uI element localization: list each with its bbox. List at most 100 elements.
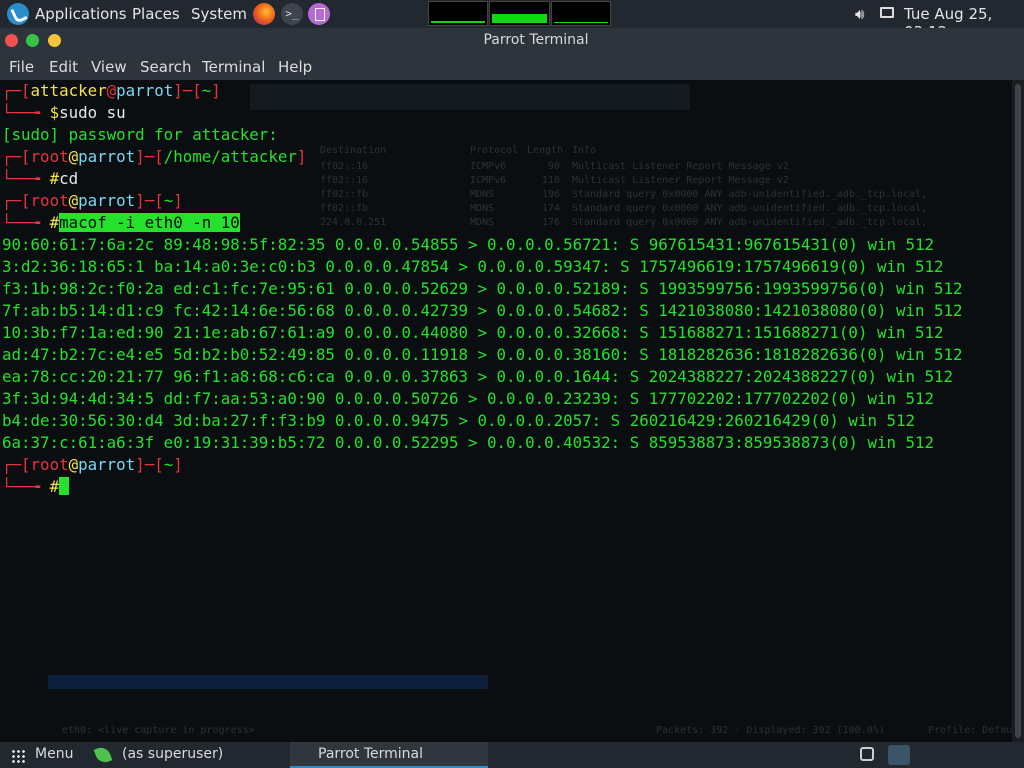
background-row-3-len: 196 — [542, 189, 561, 200]
menu-file[interactable]: File — [9, 58, 34, 76]
prompt-1-command: sudo su — [59, 103, 126, 122]
background-row-1-proto: ICMPv6 — [470, 161, 507, 172]
firefox-icon[interactable] — [253, 3, 275, 25]
background-col-destination: Destination — [320, 145, 387, 156]
parrot-logo-icon[interactable] — [7, 3, 29, 25]
background-row-5-dest: 224.0.0.251 — [320, 217, 387, 228]
wireshark-fin-icon — [93, 745, 113, 765]
menu-search[interactable]: Search — [140, 58, 192, 76]
bottom-taskbar: Menu (as superuser) Parrot Terminal — [0, 742, 1024, 768]
prompt-1-dir: ~ — [201, 81, 212, 100]
menu-view[interactable]: View — [91, 58, 127, 76]
background-row-3-proto: MDNS — [470, 189, 495, 200]
background-row-5-proto: MDNS — [470, 217, 495, 228]
prompt-1-header: ┌─[attacker@parrot]─[~] — [2, 81, 221, 100]
scrollbar-thumb[interactable] — [1015, 84, 1021, 738]
top-panel: Applications Places System >_ 🔊︎ Tue Aug… — [0, 0, 1024, 41]
menu-help[interactable]: Help — [278, 58, 312, 76]
memory-graph[interactable] — [489, 1, 550, 26]
prompt-1-input: └──╼ $sudo su — [2, 103, 126, 122]
prompt-3-command: macof -i eth0 -n 10 — [59, 213, 240, 232]
output-line: 3f:3d:94:4d:34:5 dd:f7:aa:53:a0:90 0.0.0… — [2, 389, 935, 408]
terminal-scrollbar[interactable] — [1012, 80, 1024, 742]
prompt-1-user: attacker — [30, 81, 107, 100]
output-line: 3:d2:36:18:65:1 ba:14:a0:3e:c0:b3 0.0.0.… — [2, 257, 944, 276]
background-row-1-dest: ff02::16 — [320, 161, 369, 172]
prompt-3-user: root — [30, 191, 69, 210]
places-menu[interactable]: Places — [132, 5, 180, 23]
output-line: 7f:ab:b5:14:d1:c9 fc:42:14:6e:56:68 0.0.… — [2, 301, 963, 320]
output-line: ad:47:b2:7c:e4:e5 5d:b2:b0:52:49:85 0.0.… — [2, 345, 963, 364]
background-col-length: Length — [527, 145, 564, 156]
background-row-3-dest: ff02::fb — [320, 189, 369, 200]
prompt-3-host: parrot — [78, 191, 136, 210]
background-row-4-info: Standard query 0x0000 ANY adb-unidentifi… — [572, 203, 928, 214]
output-line: ea:78:cc:20:21:77 96:f1:a8:68:c6:ca 0.0.… — [2, 367, 954, 386]
prompt-3-symbol: # — [49, 213, 60, 232]
prompt-4-input[interactable]: └──╼ # — [2, 476, 70, 498]
background-hex-selection — [48, 675, 488, 689]
prompt-2-symbol: # — [49, 169, 60, 188]
prompt-4-host: parrot — [78, 455, 136, 474]
menu-button[interactable]: Menu — [35, 746, 73, 762]
terminal-area[interactable]: Destination Protocol Length Info ff02::1… — [0, 80, 1012, 742]
menu-grid-icon[interactable] — [11, 749, 25, 763]
prompt-4-symbol: # — [49, 477, 60, 496]
background-row-2-dest: ff02::16 — [320, 175, 369, 186]
background-row-5-info: Standard query 0x0000 ANY adb-unidentifi… — [572, 217, 928, 228]
prompt-4-dir: ~ — [163, 455, 174, 474]
terminal-icon[interactable]: >_ — [281, 3, 303, 25]
text-editor-icon[interactable] — [308, 3, 330, 25]
background-row-2-info: Multicast Listener Report Message v2 — [572, 175, 789, 186]
task-parrot-terminal[interactable]: Parrot Terminal — [318, 746, 423, 762]
network-graph[interactable] — [551, 1, 611, 26]
prompt-3-header: ┌─[root@parrot]─[~] — [2, 191, 183, 210]
applications-menu[interactable]: Applications — [35, 5, 127, 23]
volume-icon[interactable]: 🔊︎ — [855, 5, 864, 23]
background-col-info: Info — [572, 145, 597, 156]
prompt-2-dir: /home/attacker — [163, 147, 297, 166]
window-title: Parrot Terminal — [483, 32, 589, 48]
output-line: b4:de:30:56:30:d4 3d:ba:27:f:f3:b9 0.0.0… — [2, 411, 916, 430]
prompt-2-input: └──╼ #cd — [2, 169, 79, 188]
system-menu[interactable]: System — [191, 5, 247, 23]
prompt-1-symbol: $ — [49, 103, 60, 122]
background-status-left: eth0: <live capture in progress> — [62, 725, 255, 736]
menu-terminal[interactable]: Terminal — [202, 58, 265, 76]
prompt-3-dir: ~ — [163, 191, 174, 210]
background-row-3-info: Standard query 0x0000 ANY adb-unidentifi… — [572, 189, 928, 200]
background-row-5-len: 176 — [542, 217, 561, 228]
background-row-2-proto: ICMPv6 — [470, 175, 507, 186]
output-line: f3:1b:98:2c:f0:2a ed:c1:fc:7e:95:61 0.0.… — [2, 279, 963, 298]
terminal-menubar: File Edit View Search Terminal Help — [0, 54, 1024, 80]
background-row-4-len: 174 — [542, 203, 561, 214]
terminal-tray-icon[interactable] — [888, 745, 910, 765]
background-status-packets: Packets: 392 · Displayed: 392 (100.0%) — [656, 725, 885, 736]
prompt-2-user: root — [30, 147, 69, 166]
background-row-4-dest: ff02::fb — [320, 203, 369, 214]
background-toolbar — [250, 84, 690, 110]
background-row-1-len: 90 — [548, 161, 561, 172]
menu-edit[interactable]: Edit — [49, 58, 78, 76]
prompt-2-header: ┌─[root@parrot]─[/home/attacker] — [2, 147, 307, 166]
prompt-4-user: root — [30, 455, 69, 474]
prompt-3-input: └──╼ #macof -i eth0 -n 10 — [2, 213, 240, 232]
prompt-4-header: ┌─[root@parrot]─[~] — [2, 455, 183, 474]
background-status-profile: Profile: Default — [928, 725, 1012, 736]
background-row-4-proto: MDNS — [470, 203, 495, 214]
display-icon[interactable] — [880, 7, 894, 18]
sudo-password-line: [sudo] password for attacker: — [2, 125, 278, 144]
window-titlebar[interactable]: Parrot Terminal — [0, 28, 1024, 54]
workspace-icon[interactable] — [860, 747, 874, 761]
prompt-2-command: cd — [59, 169, 79, 188]
cpu-graph[interactable] — [428, 1, 488, 26]
output-line: 6a:37:c:61:a6:3f e0:19:31:39:b5:72 0.0.0… — [2, 433, 935, 452]
prompt-2-host: parrot — [78, 147, 136, 166]
background-row-2-len: 110 — [542, 175, 561, 186]
background-col-protocol: Protocol — [470, 145, 519, 156]
background-row-1-info: Multicast Listener Report Message v2 — [572, 161, 789, 172]
task-superuser[interactable]: (as superuser) — [122, 746, 223, 762]
output-line: 10:3b:f7:1a:ed:90 21:1e:ab:67:61:a9 0.0.… — [2, 323, 944, 342]
prompt-1-host: parrot — [116, 81, 174, 100]
output-line: 90:60:61:7:6a:2c 89:48:98:5f:82:35 0.0.0… — [2, 235, 935, 254]
